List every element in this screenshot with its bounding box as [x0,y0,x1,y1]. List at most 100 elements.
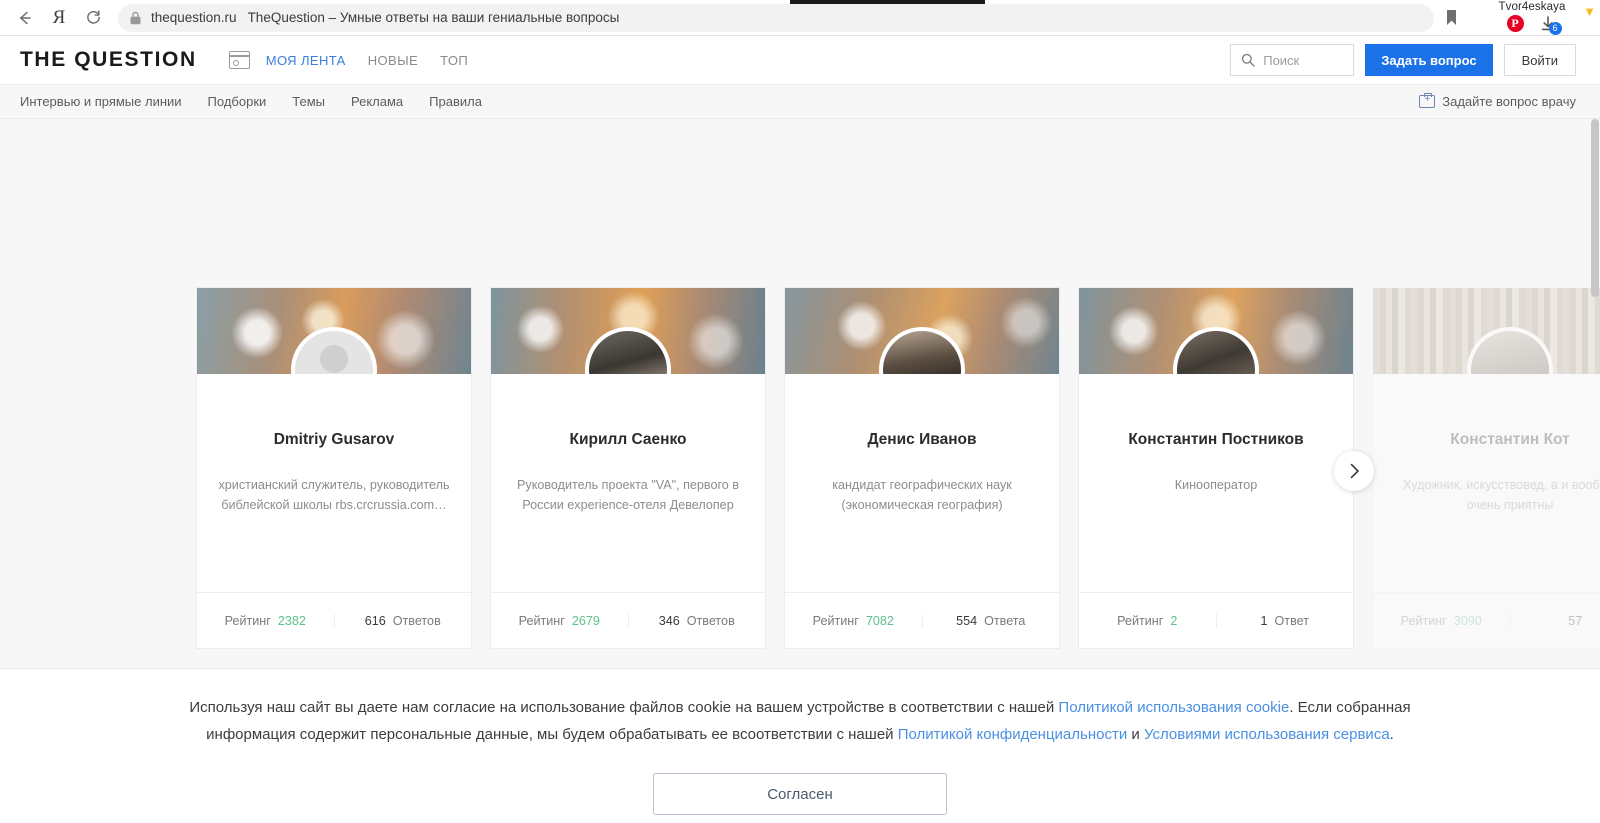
secondary-nav: Интервью и прямые линии Подборки Темы Ре… [0,85,1600,119]
expert-name: Константин Постников [1128,431,1304,448]
feed-icon[interactable] [228,51,250,69]
card-body: Кирилл Саенко Руководитель проекта "VA",… [491,374,765,592]
search-input[interactable] [1263,52,1344,68]
carousel-next-button[interactable] [1334,451,1374,491]
expert-name: Константин Кот [1450,431,1570,448]
expert-name: Dmitriy Gusarov [273,431,395,448]
answers-label: Ответа [984,613,1026,628]
card-body: Константин Кот Художник, искусствовед, а… [1373,374,1600,592]
experts-carousel: Dmitriy Gusarov христианский служитель, … [196,287,1600,649]
nav-item-new[interactable]: НОВЫЕ [368,53,418,68]
answers-value: 57 [1568,613,1583,628]
browser-menu-icon[interactable]: ▼ [1583,4,1596,19]
header-actions: Задать вопрос Войти [1230,44,1576,76]
agree-button[interactable]: Согласен [653,773,947,815]
login-button[interactable]: Войти [1503,44,1576,76]
page-scrollbar[interactable] [1590,119,1600,668]
rating-value: 2 [1170,613,1178,628]
subnav-item-collections[interactable]: Подборки [208,94,267,109]
url-domain-text: thequestion.ru [151,10,237,25]
expert-name: Кирилл Саенко [569,431,687,448]
answers-stat: 346 Ответов [627,613,766,628]
expert-card[interactable]: Константин Постников Кинооператор Рейтин… [1078,287,1354,649]
card-body: Денис Иванов кандидат географических нау… [785,374,1059,592]
downloads-count-badge: 6 [1548,21,1562,35]
answers-stat: 554 Ответа [921,613,1060,628]
card-cover-image [1373,288,1600,374]
avatar [585,327,671,374]
search-icon [1242,53,1255,67]
subnav-item-topics[interactable]: Темы [292,94,325,109]
scrollbar-thumb[interactable] [1591,119,1599,297]
cookie-text-part1: Используя наш сайт вы даете нам согласие… [189,699,1059,716]
cookie-text-part3: и [1127,726,1144,743]
answers-value: 554 [956,613,978,628]
expert-description: Художник, искусствовед, а и вообще очень… [1403,478,1600,512]
card-stats: Рейтинг 7082 554 Ответа [785,592,1059,648]
nav-item-top[interactable]: ТОП [440,53,468,68]
rating-label: Рейтинг [1117,613,1164,628]
card-stats: Рейтинг 2 1 Ответ [1079,592,1353,648]
rating-label: Рейтинг [812,613,859,628]
answers-stat: 1 Ответ [1215,613,1354,628]
ask-question-button[interactable]: Задать вопрос [1365,44,1493,76]
answers-label: Ответ [1274,613,1309,628]
ask-doctor-link[interactable]: Задайте вопрос врачу [1419,92,1576,109]
browser-toolbar: Я thequestion.ru TheQuestion – Умные отв… [0,0,1600,36]
back-arrow-icon [20,11,31,24]
rating-stat: Рейтинг 2679 [491,614,628,628]
rating-stat: Рейтинг 3090 [1373,614,1510,628]
profile-name-label: Tvor4eskaya [1498,0,1566,13]
search-box[interactable] [1230,44,1355,76]
subnav-item-rules[interactable]: Правила [429,94,482,109]
lock-icon [128,10,143,25]
subnav-item-interviews[interactable]: Интервью и прямые линии [20,94,182,109]
medical-bag-icon [1419,92,1436,108]
avatar [291,327,377,374]
answers-value: 616 [364,613,386,628]
expert-card[interactable]: Денис Иванов кандидат географических нау… [784,287,1060,649]
browser-profile-area: Tvor4eskaya P 6 [1472,0,1592,36]
card-body: Константин Постников Кинооператор [1079,374,1353,592]
cookie-policy-link[interactable]: Политикой использования cookie [1058,699,1289,716]
answers-label: Ответов [392,613,441,628]
page-title-text: TheQuestion – Умные ответы на ваши гениа… [247,10,620,25]
expert-description: христианский служитель, руководитель биб… [218,478,450,512]
address-bar[interactable]: thequestion.ru TheQuestion – Умные ответ… [118,3,1434,32]
expert-description: кандидат географических наук (экономичес… [832,478,1012,512]
rating-value: 7082 [865,613,894,628]
back-button[interactable] [8,3,42,33]
site-header: THE QUESTION МОЯ ЛЕНТА НОВЫЕ ТОП Задать … [0,36,1600,85]
downloads-icon[interactable]: 6 [1538,15,1562,35]
card-cover-image [785,288,1059,374]
rating-value: 3090 [1453,613,1482,628]
subnav-item-advertising[interactable]: Реклама [351,94,403,109]
pinterest-icon[interactable]: P [1506,14,1524,32]
expert-card[interactable]: Dmitriy Gusarov христианский служитель, … [196,287,472,649]
card-cover-image [197,288,471,374]
expert-name: Денис Иванов [867,431,977,448]
bookmark-icon[interactable] [1440,7,1462,29]
rating-value: 2679 [571,613,600,628]
site-logo[interactable]: THE QUESTION [20,48,197,72]
card-cover-image [1079,288,1353,374]
answers-value: 346 [658,613,680,628]
card-cover-image [491,288,765,374]
terms-of-service-link[interactable]: Условиями использования сервиса [1144,726,1390,743]
yandex-logo-icon: Я [52,7,66,28]
rating-value: 2382 [277,613,306,628]
expert-card[interactable]: Константин Кот Художник, искусствовед, а… [1372,287,1600,649]
answers-stat: 57 [1509,613,1600,628]
yandex-home-button[interactable]: Я [42,3,76,33]
rating-stat: Рейтинг 2 [1079,614,1216,628]
answers-value: 1 [1260,613,1268,628]
card-stats: Рейтинг 2679 346 Ответов [491,592,765,648]
nav-item-my-feed[interactable]: МОЯ ЛЕНТА [266,53,346,68]
cookie-text: Используя наш сайт вы даете нам согласие… [100,694,1500,748]
rating-label: Рейтинг [1400,613,1447,628]
privacy-policy-link[interactable]: Политикой конфиденциальности [898,726,1128,743]
active-tab-indicator [790,0,985,4]
reload-icon [86,10,100,24]
expert-card[interactable]: Кирилл Саенко Руководитель проекта "VA",… [490,287,766,649]
reload-button[interactable] [76,3,110,33]
